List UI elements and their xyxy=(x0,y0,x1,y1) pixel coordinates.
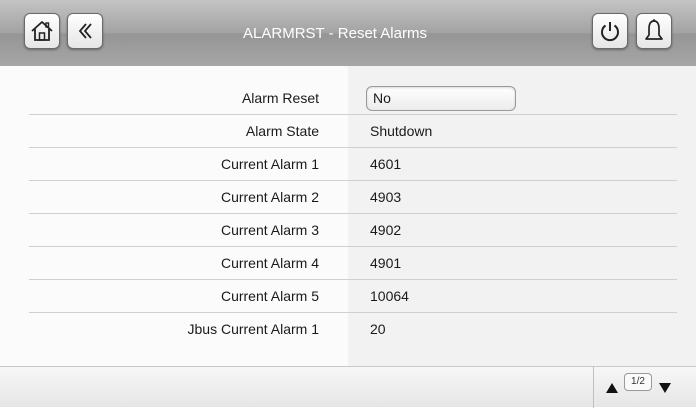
table-row: Current Alarm 4 4901 xyxy=(29,247,677,280)
row-value: 4601 xyxy=(370,156,402,172)
table-row: Current Alarm 3 4902 xyxy=(29,214,677,247)
row-value: Shutdown xyxy=(370,123,433,139)
footer-bar: 1/2 xyxy=(0,366,696,408)
page-title: ALARMRST - Reset Alarms xyxy=(243,25,427,42)
table-row: Alarm State Shutdown xyxy=(29,115,677,148)
row-label: Alarm Reset xyxy=(241,90,319,106)
back-icon xyxy=(78,23,92,39)
row-label: Jbus Current Alarm 1 xyxy=(187,321,320,337)
footer-divider xyxy=(593,367,594,408)
table-row: Current Alarm 5 10064 xyxy=(29,280,677,313)
bell-icon xyxy=(645,19,663,40)
row-label: Current Alarm 3 xyxy=(220,222,319,238)
power-icon xyxy=(601,22,619,42)
home-icon xyxy=(31,21,53,41)
page-indicator: 1/2 xyxy=(624,373,652,391)
row-value: 20 xyxy=(370,321,386,337)
row-label: Current Alarm 2 xyxy=(220,189,319,205)
triangle-down-icon xyxy=(659,383,671,393)
row-label: Current Alarm 5 xyxy=(220,288,319,304)
table-row: Current Alarm 1 4601 xyxy=(29,148,677,181)
table-row: Current Alarm 2 4903 xyxy=(29,181,677,214)
power-button[interactable] xyxy=(592,13,628,49)
row-label: Current Alarm 4 xyxy=(220,255,319,271)
table-row: Alarm Reset No xyxy=(29,82,677,115)
home-button[interactable] xyxy=(24,13,60,49)
alarm-button[interactable] xyxy=(636,13,672,49)
alarm-reset-select[interactable]: No xyxy=(366,86,516,111)
back-button[interactable] xyxy=(67,13,103,49)
page-down-button[interactable] xyxy=(657,381,673,395)
page-up-button[interactable] xyxy=(604,381,620,395)
triangle-up-icon xyxy=(606,383,618,393)
row-value: 4903 xyxy=(370,189,402,205)
row-label: Alarm State xyxy=(245,123,319,139)
table-row: Jbus Current Alarm 1 20 xyxy=(29,313,677,346)
row-value: 4901 xyxy=(370,255,402,271)
title-bar: ALARMRST - Reset Alarms xyxy=(0,0,696,66)
row-label: Current Alarm 1 xyxy=(220,156,319,172)
row-value: 10064 xyxy=(370,288,409,304)
row-value: 4902 xyxy=(370,222,402,238)
